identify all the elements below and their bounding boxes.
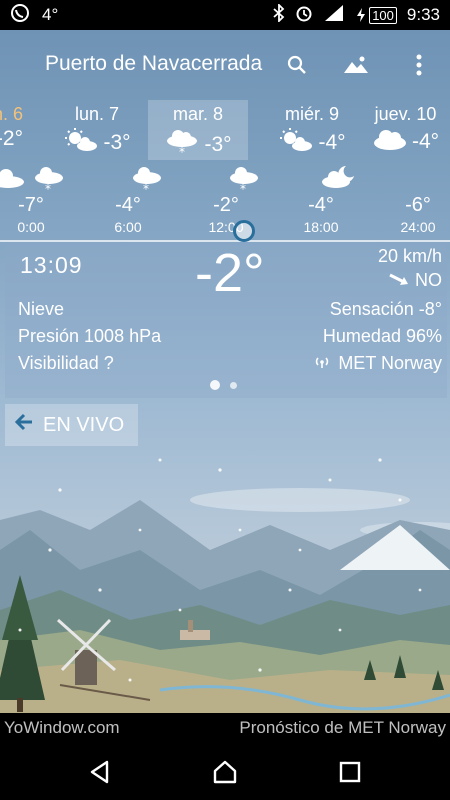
day-temp: -3° <box>204 133 232 156</box>
landscape-icon[interactable] <box>339 48 373 82</box>
visibility: Visibilidad ? <box>18 353 114 373</box>
page-dot-active[interactable] <box>210 380 220 390</box>
wind-speed: 20 km/h <box>377 246 442 266</box>
back-icon[interactable] <box>80 755 120 789</box>
wind-direction-label: NO <box>415 270 442 290</box>
live-button[interactable]: EN VIVO <box>5 404 138 446</box>
hour-temp: -7° <box>18 194 44 216</box>
cloud-icon <box>372 127 408 157</box>
snow-cloud-icon: * <box>35 167 63 194</box>
status-bar: 4° 100 9:33 <box>0 0 450 30</box>
sun-cloud-icon <box>63 127 99 159</box>
app-attribution[interactable]: YoWindow.com <box>4 718 120 738</box>
current-conditions-panel[interactable]: 13:09 -2° 20 km/h NO Nieve Presión 1008 … <box>5 242 447 398</box>
day-item[interactable]: miér. 9 -4° <box>262 100 362 162</box>
svg-text:*: * <box>45 182 51 194</box>
battery-icon: 100 <box>355 6 397 24</box>
arrow-left-icon <box>14 413 33 437</box>
search-icon[interactable] <box>280 48 314 82</box>
svg-text:*: * <box>240 182 246 194</box>
wind-arrow-icon <box>389 270 409 291</box>
day-label: miér. 9 <box>284 104 340 124</box>
data-source[interactable]: MET Norway <box>314 353 442 374</box>
alarm-icon <box>295 4 313 27</box>
hour-temp: -6° <box>405 194 431 216</box>
hour-time: 0:00 <box>17 219 45 235</box>
day-label: lun. 7 <box>74 104 120 124</box>
recents-icon[interactable] <box>330 755 370 789</box>
svg-text:*: * <box>179 145 185 157</box>
hour-time: 24:00 <box>400 219 436 235</box>
day-item[interactable]: juev. 10 -4° <box>358 100 450 162</box>
hour-temp: -4° <box>115 194 141 216</box>
pressure: Presión 1008 hPa <box>18 326 162 346</box>
live-button-label: EN VIVO <box>43 413 125 436</box>
day-label: mar. 8 <box>172 104 224 124</box>
status-temperature: 4° <box>42 5 59 24</box>
sun-cloud-icon <box>278 127 314 159</box>
hour-item[interactable]: -4° 6:00 <box>98 194 158 235</box>
humidity: Humedad 96% <box>322 326 442 346</box>
data-source-label: MET Norway <box>338 353 442 373</box>
svg-text:*: * <box>143 182 149 194</box>
hour-temp: -4° <box>308 194 334 216</box>
hour-time: 18:00 <box>303 219 339 235</box>
hour-temp: -2° <box>213 194 239 216</box>
signal-icon <box>323 4 345 27</box>
hourly-forecast[interactable]: * * * -7° 0:00 -4° 6:00 -2° 12:00 -4° 18… <box>0 164 450 240</box>
page-dot[interactable] <box>230 381 237 389</box>
status-clock: 9:33 <box>406 5 440 24</box>
day-temp: -4° <box>411 130 440 153</box>
day-item-selected[interactable]: mar. 8 * -3° <box>148 100 248 160</box>
day-label: n. 6 <box>0 104 23 124</box>
snow-cloud-icon: * <box>164 127 200 163</box>
day-temp: -3° <box>103 131 131 154</box>
bluetooth-icon <box>273 2 285 27</box>
moon-cloud-icon <box>0 169 24 188</box>
current-temperature: -2° <box>195 243 265 303</box>
day-item[interactable]: n. 6 -2° <box>0 100 45 162</box>
home-icon[interactable] <box>205 755 245 789</box>
snow-cloud-icon: * <box>230 167 258 194</box>
snow-cloud-icon: * <box>133 167 161 194</box>
moon-cloud-icon <box>322 166 354 188</box>
weather-scene[interactable]: Puerto de Navacerrada n. 6 -2° lun. 7 -3… <box>0 30 450 713</box>
battery-level: 100 <box>369 6 397 24</box>
location-name[interactable]: Puerto de Navacerrada <box>45 52 262 76</box>
more-options-icon[interactable] <box>402 48 436 82</box>
attribution-footer: YoWindow.com Pronóstico de MET Norway <box>0 713 450 743</box>
whatsapp-icon <box>10 3 30 28</box>
weather-condition: Nieve <box>18 299 65 319</box>
hour-item[interactable]: -6° 24:00 <box>388 194 448 235</box>
hour-time: 6:00 <box>114 219 142 235</box>
day-temp: -2° <box>0 127 23 150</box>
day-temp: -4° <box>318 131 346 154</box>
forecast-attribution: Pronóstico de MET Norway <box>239 718 446 737</box>
wind-direction: NO <box>389 270 442 291</box>
page-indicator[interactable] <box>210 380 237 390</box>
feels-like: Sensación -8° <box>329 299 442 319</box>
day-label: juev. 10 <box>374 104 437 124</box>
hour-item[interactable]: -4° 18:00 <box>291 194 351 235</box>
day-item[interactable]: lun. 7 -3° <box>47 100 147 162</box>
broadcast-icon <box>314 353 330 374</box>
hour-item[interactable]: -7° 0:00 <box>1 194 61 235</box>
current-time: 13:09 <box>20 252 83 278</box>
daily-forecast-strip[interactable]: n. 6 -2° lun. 7 -3° mar. 8 * -3° miér. 9… <box>0 100 450 162</box>
system-navigation-bar <box>0 743 450 800</box>
top-bar: Puerto de Navacerrada <box>0 30 450 100</box>
time-slider-handle[interactable] <box>233 220 255 242</box>
